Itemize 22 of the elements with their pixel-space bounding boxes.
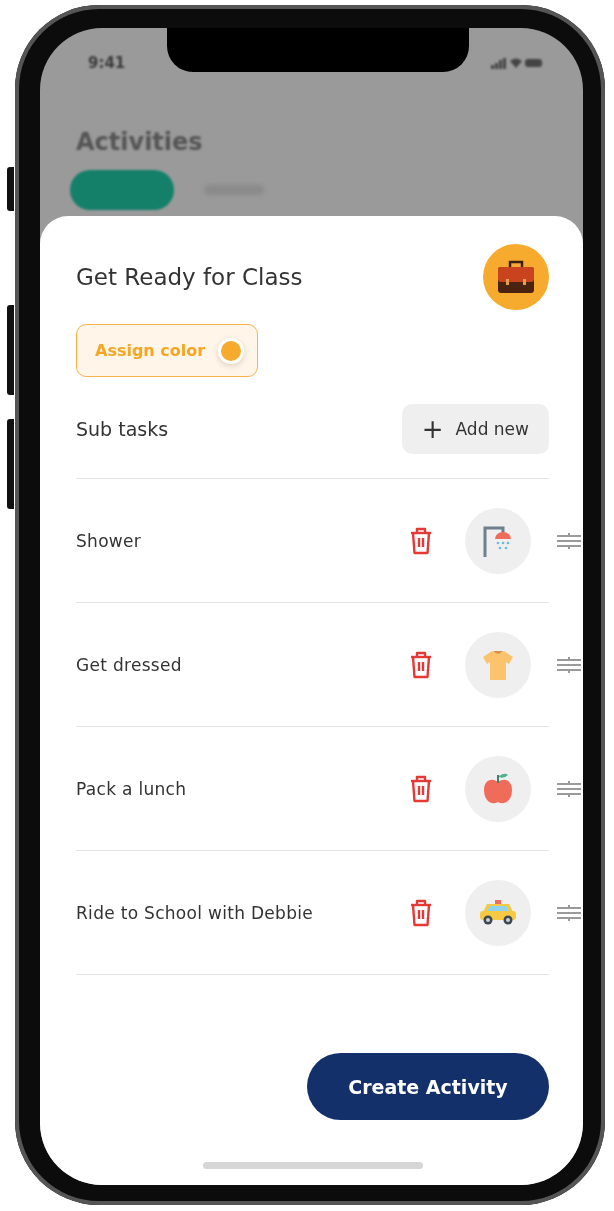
delete-icon[interactable] (409, 774, 433, 803)
delete-icon[interactable] (409, 526, 433, 555)
delete-icon[interactable] (409, 650, 433, 679)
drag-handle-icon[interactable] (557, 904, 581, 921)
subtask-name: Get dressed (76, 654, 183, 675)
create-activity-button[interactable]: Create Activity (307, 1053, 549, 1120)
screen-title: Activities (76, 128, 203, 156)
subtask-name: Pack a lunch (76, 778, 188, 799)
drag-handle-icon[interactable] (557, 532, 581, 549)
status-icons (491, 57, 543, 69)
drag-handle-icon[interactable] (557, 656, 581, 673)
drag-handle-icon[interactable] (557, 780, 581, 797)
activity-title: Get Ready for Class (76, 264, 303, 290)
briefcase-icon (497, 260, 535, 294)
delete-icon[interactable] (409, 898, 433, 927)
apple-icon (481, 771, 515, 806)
subtask-name: Ride to School with Debbie (76, 902, 315, 923)
taxi-icon (479, 899, 517, 926)
section-label: Sub tasks (76, 418, 169, 440)
subtask-name: Shower (76, 530, 143, 551)
add-new-button[interactable]: + Add new (401, 404, 549, 454)
status-time: 9:41 (88, 54, 126, 72)
